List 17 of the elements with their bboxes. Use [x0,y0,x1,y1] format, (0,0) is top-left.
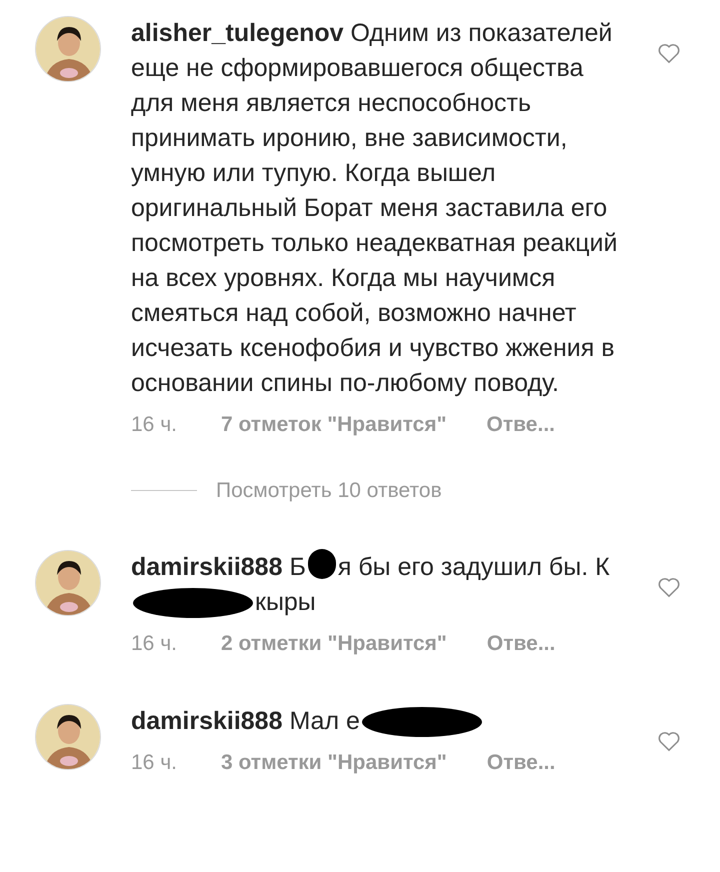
username[interactable]: damirskii888 [131,553,282,581]
comment-text: alisher_tulegenov Одним из показателей еще не сформировавшегося общества для меня является неспособность принимать иронию, вне зависимости, умную или тупую. Когда вышел оригинальный Борат меня заставила его посмотреть только неадекватная реакций на всех уровнях. Когда мы научимся смеяться над собой, возможно начнет исчезать ксенофобия и чувство жжения в основании спины по-любому поводу. [131,18,618,399]
likes-count[interactable]: 2 отметки "Нравится" [220,628,447,660]
likes-count[interactable]: 7 отметок "Нравится" [220,409,447,440]
timestamp: 16 ч. [131,631,177,657]
comment-text: damirskii888 Б я бы его задушил бы. К кыры [131,550,619,620]
username[interactable]: damirskii888 [131,706,282,734]
comment-text: damirskii888 Мал е [131,704,619,738]
timestamp: 16 ч. [131,750,177,776]
timestamp: 16 ч. [131,412,177,438]
reply-link[interactable]: Отве... [486,746,556,778]
redaction-blob [308,549,336,580]
username[interactable]: alisher_tulegenov [131,19,344,47]
reply-link[interactable]: Отве... [486,628,556,660]
reply-link[interactable]: Отве... [486,409,555,440]
view-replies-link[interactable]: Посмотреть 10 ответов [216,474,442,506]
likes-count[interactable]: 3 отметки "Нравится" [220,746,447,778]
